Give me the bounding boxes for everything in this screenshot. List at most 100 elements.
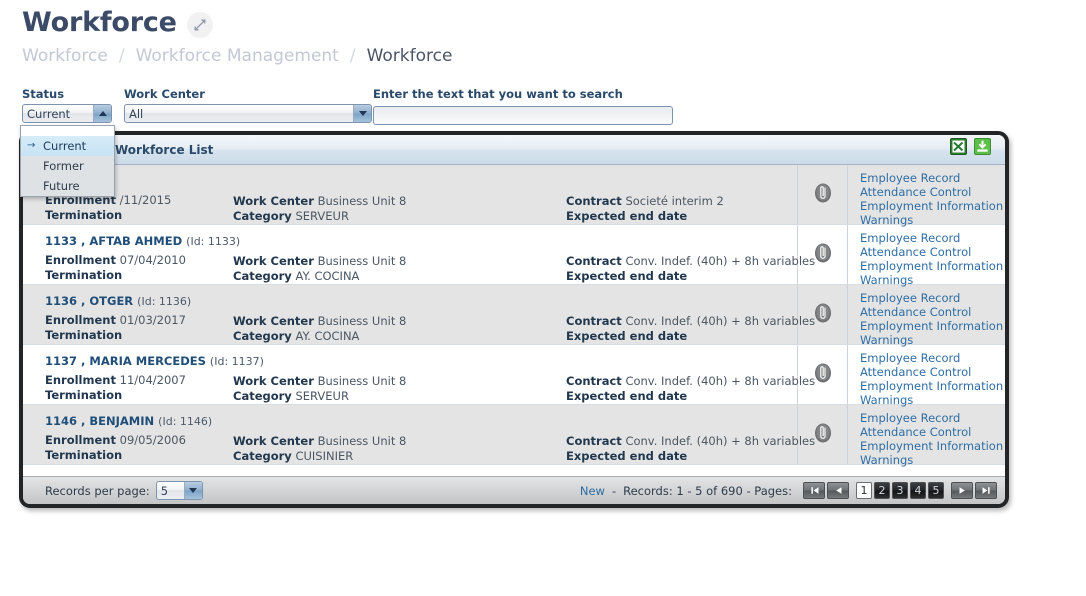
status-option-former[interactable]: Former <box>21 156 114 176</box>
last-page-icon[interactable] <box>975 482 997 499</box>
action-link-employee-record[interactable]: Employee Record <box>860 351 1005 365</box>
paperclip-icon[interactable] <box>814 183 832 207</box>
chevron-down-icon[interactable] <box>183 482 202 499</box>
dropdown-top-pad <box>21 126 114 136</box>
person-name[interactable]: 1136 , OTGER (Id: 1136) <box>45 294 233 308</box>
table-row[interactable]: 1133 , AFTAB AHMED (Id: 1133) Enrollment… <box>23 225 1005 287</box>
chevron-up-icon[interactable] <box>93 105 111 122</box>
breadcrumb-item-0[interactable]: Workforce <box>22 46 108 66</box>
enrollment-row: Enrollment 07/04/2010 <box>45 253 233 268</box>
termination-label: Termination <box>45 388 123 402</box>
breadcrumb-item-2: Workforce <box>366 46 453 66</box>
status-select[interactable]: Current <box>22 104 112 123</box>
paperclip-icon[interactable] <box>814 303 832 327</box>
status-dropdown-list[interactable]: → Current Former Future <box>20 125 115 197</box>
attachment-cell[interactable] <box>798 345 848 404</box>
contract-label: Contract <box>566 374 622 388</box>
action-link-employee-record[interactable]: Employee Record <box>860 291 1005 305</box>
table-row[interactable]: 1146 , BENJAMIN (Id: 1146) Enrollment 09… <box>23 405 1005 467</box>
action-link-employment-information[interactable]: Employment Information <box>860 379 1005 393</box>
page-title: Workforce <box>22 6 177 38</box>
expected-end-row: Expected end date <box>566 269 797 284</box>
action-link-attendance-control[interactable]: Attendance Control <box>860 365 1005 379</box>
attachment-cell[interactable] <box>798 165 848 224</box>
work-center-select[interactable]: All <box>124 104 372 123</box>
page-number-2[interactable]: 2 <box>874 482 890 499</box>
action-link-employment-information[interactable]: Employment Information <box>860 319 1005 333</box>
expected-end-label: Expected end date <box>566 329 688 343</box>
action-link-employment-information[interactable]: Employment Information <box>860 259 1005 273</box>
placement-cell: Work Center Business Unit 8 Category SER… <box>233 345 558 404</box>
action-link-attendance-control[interactable]: Attendance Control <box>860 245 1005 259</box>
workforce-page: Workforce Workforce / Workforce Manageme… <box>0 0 1086 596</box>
table-row[interactable]: . (Id: 1089) Enrollment /11/2015 Termina… <box>23 165 1005 227</box>
export-excel-icon[interactable] <box>950 138 967 155</box>
work-center-row: Work Center Business Unit 8 <box>233 434 558 449</box>
next-page-icon[interactable] <box>951 482 973 499</box>
search-filter: Enter the text that you want to search <box>373 88 673 125</box>
attachment-cell[interactable] <box>798 405 848 464</box>
table-row[interactable]: 1136 , OTGER (Id: 1136) Enrollment 01/03… <box>23 285 1005 347</box>
termination-row: Termination <box>45 208 233 223</box>
person-name[interactable]: 1137 , MARIA MERCEDES (Id: 1137) <box>45 354 264 368</box>
page-number-5[interactable]: 5 <box>928 482 944 499</box>
download-icon[interactable] <box>974 138 991 155</box>
enrollment-label: Enrollment <box>45 253 116 267</box>
page-number-1[interactable]: 1 <box>856 482 872 499</box>
action-link-attendance-control[interactable]: Attendance Control <box>860 185 1005 199</box>
work-center-filter: Work Center All <box>124 88 372 123</box>
category-value: SERVEUR <box>295 209 349 223</box>
paperclip-icon[interactable] <box>814 363 832 387</box>
workforce-grid-panel: Workforce List Enrollment /11/2015 Termi… <box>19 131 1009 508</box>
page-number-list: 12345 <box>856 482 944 499</box>
category-label: Category <box>233 209 292 223</box>
contract-value: Conv. Indef. (40h) + 8h variables <box>625 434 816 448</box>
category-value: CUISINIER <box>295 449 354 463</box>
category-row: Category SERVEUR <box>233 389 558 404</box>
breadcrumb-item-1[interactable]: Workforce Management <box>136 46 339 66</box>
action-link-attendance-control[interactable]: Attendance Control <box>860 305 1005 319</box>
enrollment-value: /11/2015 <box>119 193 172 207</box>
status-option-current[interactable]: → Current <box>21 136 114 156</box>
work-center-row: Work Center Business Unit 8 <box>233 254 558 269</box>
paperclip-icon[interactable] <box>814 423 832 447</box>
paperclip-icon[interactable] <box>814 243 832 267</box>
termination-row: Termination <box>45 388 233 403</box>
person-name[interactable]: 1146 , BENJAMIN (Id: 1146) <box>45 414 233 428</box>
contract-label: Contract <box>566 314 622 328</box>
enrollment-value: 07/04/2010 <box>119 253 186 267</box>
action-link-employee-record[interactable]: Employee Record <box>860 231 1005 245</box>
expand-arrows-icon[interactable] <box>186 12 213 38</box>
records-per-page-select[interactable]: 5 <box>155 481 203 500</box>
work-center-label: Work Center <box>233 374 314 388</box>
termination-label: Termination <box>45 328 123 342</box>
search-input[interactable] <box>373 105 673 125</box>
attachment-cell[interactable] <box>798 285 848 344</box>
action-link-warnings[interactable]: Warnings <box>860 453 1005 467</box>
page-number-4[interactable]: 4 <box>910 482 926 499</box>
status-option-future[interactable]: Future <box>21 176 114 196</box>
table-row[interactable]: 1137 , MARIA MERCEDES (Id: 1137) Enrollm… <box>23 345 1005 407</box>
enrollment-row: Enrollment 01/03/2017 <box>45 313 233 328</box>
prev-page-icon[interactable] <box>827 482 849 499</box>
page-number-3[interactable]: 3 <box>892 482 908 499</box>
person-name[interactable]: 1133 , AFTAB AHMED (Id: 1133) <box>45 234 240 248</box>
contract-row: Contract Conv. Indef. (40h) + 8h variabl… <box>566 434 815 449</box>
status-option-label: Current <box>43 139 87 153</box>
termination-row: Termination <box>45 328 233 343</box>
first-page-icon[interactable] <box>803 482 825 499</box>
expected-end-label: Expected end date <box>566 389 688 403</box>
contract-row: Contract Conv. Indef. (40h) + 8h variabl… <box>566 374 815 389</box>
chevron-down-icon[interactable] <box>353 105 371 122</box>
action-link-employee-record[interactable]: Employee Record <box>860 171 1005 185</box>
contract-row: Contract Conv. Indef. (40h) + 8h variabl… <box>566 254 815 269</box>
dropdown-options: → Current Former Future <box>21 136 114 196</box>
action-link-employee-record[interactable]: Employee Record <box>860 411 1005 425</box>
status-select-value: Current <box>27 106 71 121</box>
new-record-link[interactable]: New <box>580 484 605 498</box>
work-center-value: Business Unit 8 <box>317 194 407 208</box>
action-link-employment-information[interactable]: Employment Information <box>860 439 1005 453</box>
action-link-attendance-control[interactable]: Attendance Control <box>860 425 1005 439</box>
attachment-cell[interactable] <box>798 225 848 284</box>
action-link-employment-information[interactable]: Employment Information <box>860 199 1005 213</box>
